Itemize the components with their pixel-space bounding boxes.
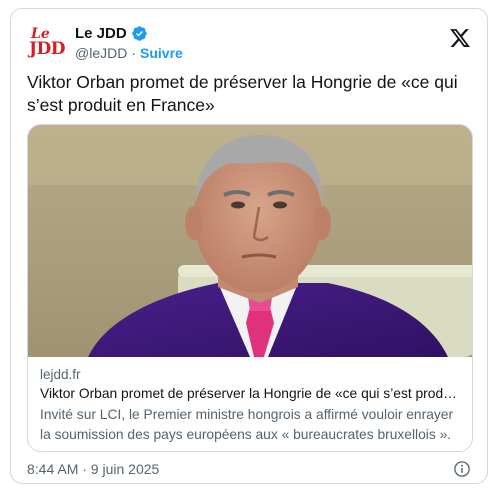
post-card[interactable]: Le JDD Le JDD @leJDD · Suivre Viktor Orb… <box>10 8 488 484</box>
follow-button[interactable]: Suivre <box>140 45 183 61</box>
author-block: Le JDD @leJDD · Suivre <box>75 23 183 63</box>
link-title[interactable]: Viktor Orban promet de préserver la Hong… <box>40 386 460 405</box>
post-text: Viktor Orban promet de préserver la Hong… <box>27 72 458 115</box>
separator-dot: · <box>131 45 137 61</box>
display-name[interactable]: Le JDD <box>75 25 127 42</box>
link-preview-card[interactable]: lejdd.fr Viktor Orban promet de préserve… <box>27 124 473 452</box>
post-footer: 8:44 AM · 9 juin 2025 <box>27 459 471 479</box>
logo-line-2: JDD <box>29 39 66 59</box>
post-header: Le JDD Le JDD @leJDD · Suivre <box>27 21 473 65</box>
jdd-logo[interactable]: Le JDD <box>29 27 69 61</box>
info-icon[interactable] <box>453 460 471 478</box>
article-photo[interactable] <box>28 125 472 357</box>
link-domain: lejdd.fr <box>40 367 81 382</box>
verified-badge-icon <box>131 25 147 41</box>
link-description: Invité sur LCI, le Premier ministre hong… <box>40 407 454 451</box>
x-logo-icon[interactable] <box>449 27 471 49</box>
link-meta: lejdd.fr Viktor Orban promet de préserve… <box>40 367 460 451</box>
handle[interactable]: @leJDD <box>75 45 127 61</box>
timestamp[interactable]: 8:44 AM · 9 juin 2025 <box>27 461 159 477</box>
